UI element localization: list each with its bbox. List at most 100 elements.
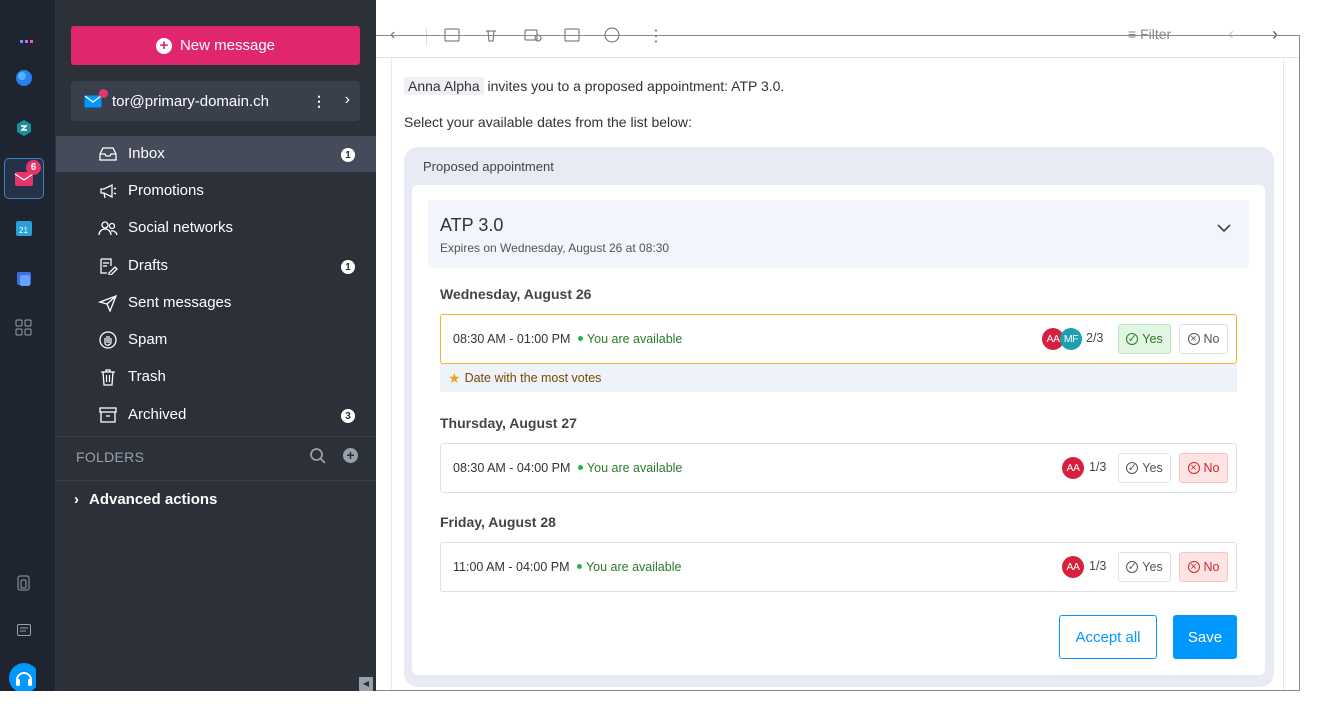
- close-icon: ×: [1187, 462, 1200, 474]
- chevron-right-icon[interactable]: ›: [345, 91, 350, 109]
- send-icon: [98, 294, 118, 312]
- sidebar-item-spam[interactable]: Spam: [56, 322, 376, 358]
- check-icon: ✓: [1126, 332, 1139, 345]
- unread-count: 1: [341, 260, 355, 274]
- app-rail: 6 21: [0, 0, 56, 691]
- divider: [56, 436, 376, 437]
- vote-count: 2/3: [1086, 331, 1104, 345]
- message-toolbar: ‹ ⋮ ≡ Filter ‹ ›: [376, 0, 1300, 58]
- apps-dots-icon[interactable]: [13, 24, 41, 52]
- advanced-actions-toggle[interactable]: › Advanced actions: [74, 491, 217, 508]
- chevron-down-icon[interactable]: [1217, 223, 1231, 233]
- sidebar-item-label: Drafts: [128, 257, 169, 274]
- vote-count: 1/3: [1089, 559, 1107, 573]
- no-button[interactable]: × No: [1179, 552, 1228, 582]
- time-slot: 08:30 AM - 04:00 PM You are available AA…: [440, 443, 1237, 493]
- vote-count: 1/3: [1089, 460, 1107, 474]
- kdrive-icon[interactable]: [10, 64, 38, 92]
- yes-button[interactable]: ✓ Yes: [1118, 453, 1171, 483]
- collapse-sidebar-icon[interactable]: ◀: [359, 677, 373, 691]
- app-window: 6 21 + New message tor@primary-domain.ch…: [0, 0, 1300, 691]
- new-message-button[interactable]: + New message: [71, 26, 360, 65]
- trash-icon: [101, 369, 115, 386]
- add-folder-icon[interactable]: +: [343, 448, 358, 463]
- sidebar-item-promotions[interactable]: Promotions: [56, 173, 376, 209]
- sidebar-item-label: Trash: [128, 368, 166, 385]
- window-border: [376, 690, 1300, 691]
- kchat-icon[interactable]: [10, 114, 38, 142]
- sidebar-item-inbox[interactable]: Inbox 1: [56, 136, 376, 172]
- support-icon[interactable]: [8, 663, 36, 691]
- available-dot: [577, 336, 583, 342]
- slot-time: 08:30 AM - 04:00 PM You are available: [453, 461, 682, 475]
- most-votes-banner: ★ Date with the most votes: [440, 364, 1237, 392]
- folders-heading: FOLDERS: [76, 449, 145, 465]
- availability-status: You are available: [586, 332, 683, 346]
- yes-label: Yes: [1142, 461, 1163, 475]
- available-dot: [576, 564, 582, 570]
- star-icon: ★: [448, 369, 461, 386]
- yes-button[interactable]: ✓ Yes: [1118, 552, 1171, 582]
- slot-time-range: 11:00 AM - 04:00 PM: [453, 560, 570, 574]
- sidebar-item-drafts[interactable]: Drafts 1: [56, 248, 376, 284]
- window-border: [376, 35, 1300, 36]
- sidebar-item-label: Sent messages: [128, 294, 232, 311]
- card-title: Proposed appointment: [423, 159, 554, 174]
- draft-icon: [100, 258, 118, 275]
- day-label: Friday, August 28: [440, 514, 556, 530]
- account-selector[interactable]: tor@primary-domain.ch ⋮ ›: [71, 81, 360, 121]
- event-header[interactable]: ATP 3.0 Expires on Wednesday, August 26 …: [428, 200, 1249, 268]
- advanced-actions-label: Advanced actions: [89, 491, 218, 508]
- sidebar-item-label: Promotions: [128, 182, 204, 199]
- account-email: tor@primary-domain.ch: [112, 92, 269, 110]
- day-label: Thursday, August 27: [440, 415, 577, 431]
- invite-line: Anna Alpha invites you to a proposed app…: [404, 77, 784, 95]
- sidebar-item-label: Archived: [128, 406, 187, 423]
- mail-unread-badge: 6: [26, 160, 41, 175]
- feedback-icon[interactable]: [10, 617, 38, 645]
- archive-icon: [99, 407, 117, 423]
- contacts-icon[interactable]: [10, 264, 38, 292]
- avatar[interactable]: AA: [1062, 457, 1084, 479]
- slot-time: 11:00 AM - 04:00 PM You are available: [453, 560, 681, 574]
- kebab-menu-icon[interactable]: ⋮: [312, 93, 326, 110]
- devices-icon[interactable]: [10, 569, 38, 597]
- divider: [426, 28, 427, 46]
- no-label: No: [1203, 560, 1220, 574]
- no-button[interactable]: × No: [1179, 453, 1228, 483]
- filter-button[interactable]: ≡ Filter: [1128, 26, 1171, 42]
- apps-grid-icon[interactable]: [10, 314, 38, 342]
- proposed-appointment-card: Proposed appointment ATP 3.0 Expires on …: [404, 147, 1274, 687]
- filter-label: Filter: [1140, 26, 1172, 42]
- window-border: [1299, 35, 1300, 691]
- time-slot: 11:00 AM - 04:00 PM You are available AA…: [440, 542, 1237, 592]
- no-label: No: [1203, 332, 1220, 346]
- accept-all-button[interactable]: Accept all: [1059, 615, 1157, 659]
- event-title: ATP 3.0: [440, 215, 504, 235]
- no-button[interactable]: × No: [1179, 324, 1228, 354]
- availability-status: You are available: [586, 461, 683, 475]
- appointment-panel: ATP 3.0 Expires on Wednesday, August 26 …: [412, 185, 1265, 675]
- mail-sidebar: + New message tor@primary-domain.ch ⋮ › …: [56, 0, 376, 691]
- search-icon[interactable]: [310, 448, 326, 464]
- sidebar-item-label: Inbox: [128, 145, 165, 162]
- sidebar-item-archived[interactable]: Archived 3: [56, 397, 376, 433]
- yes-button[interactable]: ✓ Yes: [1118, 324, 1171, 354]
- unread-dot: [99, 88, 108, 98]
- yes-label: Yes: [1142, 332, 1163, 346]
- avatar[interactable]: AA: [1062, 556, 1084, 578]
- save-button[interactable]: Save: [1173, 615, 1237, 659]
- sidebar-item-label: Spam: [128, 331, 168, 348]
- avatar[interactable]: MF: [1060, 328, 1082, 350]
- most-votes-label: Date with the most votes: [464, 371, 602, 385]
- available-dot: [577, 465, 583, 471]
- megaphone-icon: [100, 183, 117, 199]
- calendar-icon[interactable]: 21: [10, 214, 38, 242]
- more-icon[interactable]: ⋮: [648, 26, 664, 46]
- people-icon: [98, 221, 118, 236]
- sidebar-item-social-networks[interactable]: Social networks: [56, 210, 376, 246]
- sidebar-item-sent-messages[interactable]: Sent messages: [56, 285, 376, 321]
- organizer-chip[interactable]: Anna Alpha: [404, 77, 484, 95]
- sidebar-item-trash[interactable]: Trash: [56, 359, 376, 395]
- chevron-right-icon: ›: [74, 491, 79, 508]
